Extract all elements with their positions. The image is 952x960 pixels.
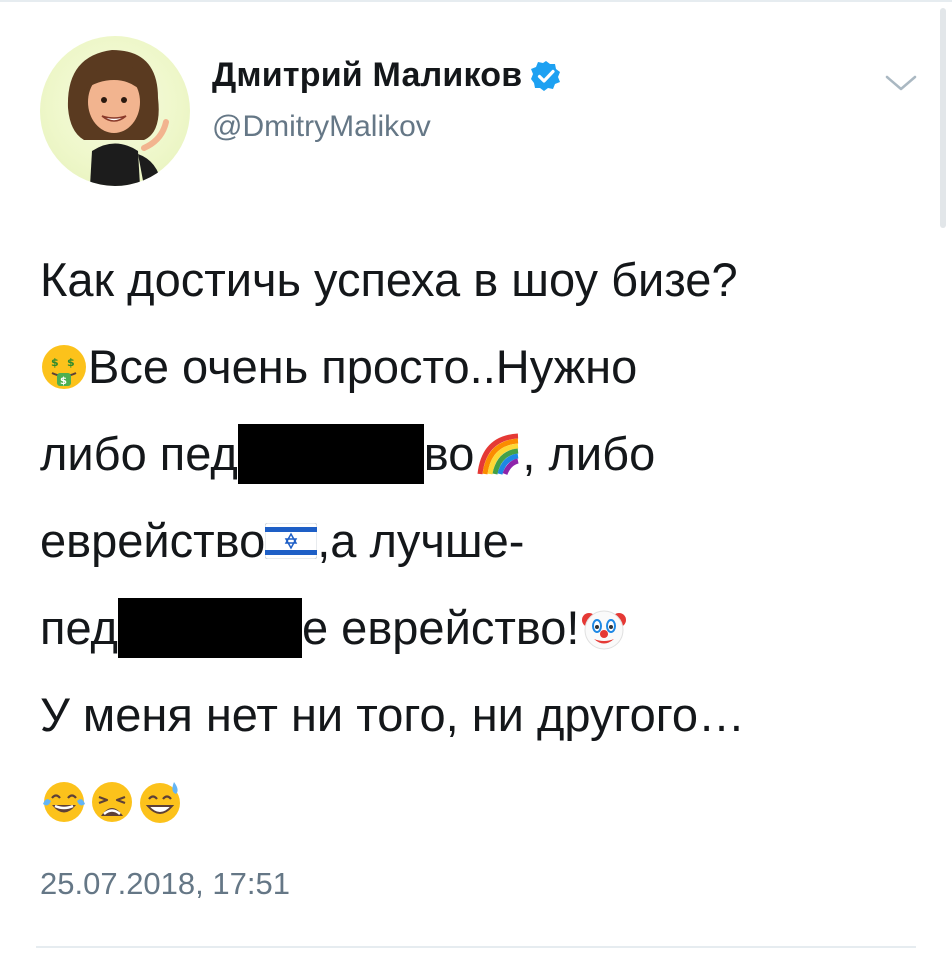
svg-text:$: $	[60, 376, 67, 387]
grinning-face-with-sweat-icon	[136, 778, 184, 826]
israel-flag-icon	[265, 523, 318, 559]
tweet-line-text: Как достичь успеха в шоу бизе?	[40, 253, 738, 306]
tweet-text: Как достичь успеха в шоу бизе? $ $ $ Все…	[40, 236, 920, 845]
tweet-line-text: Все очень просто..Нужно	[88, 340, 638, 393]
tweet-line-text: еврейство	[40, 514, 266, 567]
weary-face-icon	[88, 778, 136, 826]
tweet-line-text: У меня нет ни того, ни другого…	[40, 688, 746, 741]
redaction-bar	[237, 424, 424, 484]
tweet-line-text: либо пед	[40, 427, 238, 480]
money-mouth-face-icon: $ $ $	[40, 343, 88, 391]
tweet-line-text: пед	[40, 601, 118, 654]
top-divider	[0, 0, 952, 2]
author-display-name[interactable]: Дмитрий Маликов	[212, 56, 522, 95]
tweet-line-text: , либо	[522, 427, 656, 480]
tweet-line: пед е еврейство!	[40, 584, 920, 671]
rainbow-icon	[474, 430, 522, 478]
tweet-line: либо пед во , либо	[40, 410, 920, 497]
author-avatar[interactable]	[40, 36, 190, 186]
chevron-down-icon[interactable]	[884, 70, 918, 96]
face-with-tears-of-joy-icon	[40, 778, 88, 826]
verified-badge-icon	[531, 60, 561, 91]
tweet-line: У меня нет ни того, ни другого…	[40, 671, 920, 758]
svg-text:$: $	[51, 356, 59, 369]
tweet-line-text: во	[423, 427, 475, 480]
clown-face-icon	[580, 604, 628, 652]
author-handle[interactable]: @DmitryMalikov	[212, 110, 431, 144]
tweet-line: еврейство ,а лучше-	[40, 497, 920, 584]
tweet-line-text: ,а лучше-	[317, 514, 525, 567]
tweet-line-text: е еврейство!	[301, 601, 580, 654]
tweet-line: $ $ $ Все очень просто..Нужно	[40, 323, 920, 410]
svg-text:$: $	[67, 356, 75, 369]
bottom-divider	[36, 946, 916, 948]
tweet-line	[40, 758, 920, 845]
tweet-line: Как достичь успеха в шоу бизе?	[40, 236, 920, 323]
redaction-bar	[117, 598, 302, 658]
scrollbar[interactable]	[940, 8, 946, 228]
tweet-timestamp[interactable]: 25.07.2018, 17:51	[40, 866, 290, 902]
